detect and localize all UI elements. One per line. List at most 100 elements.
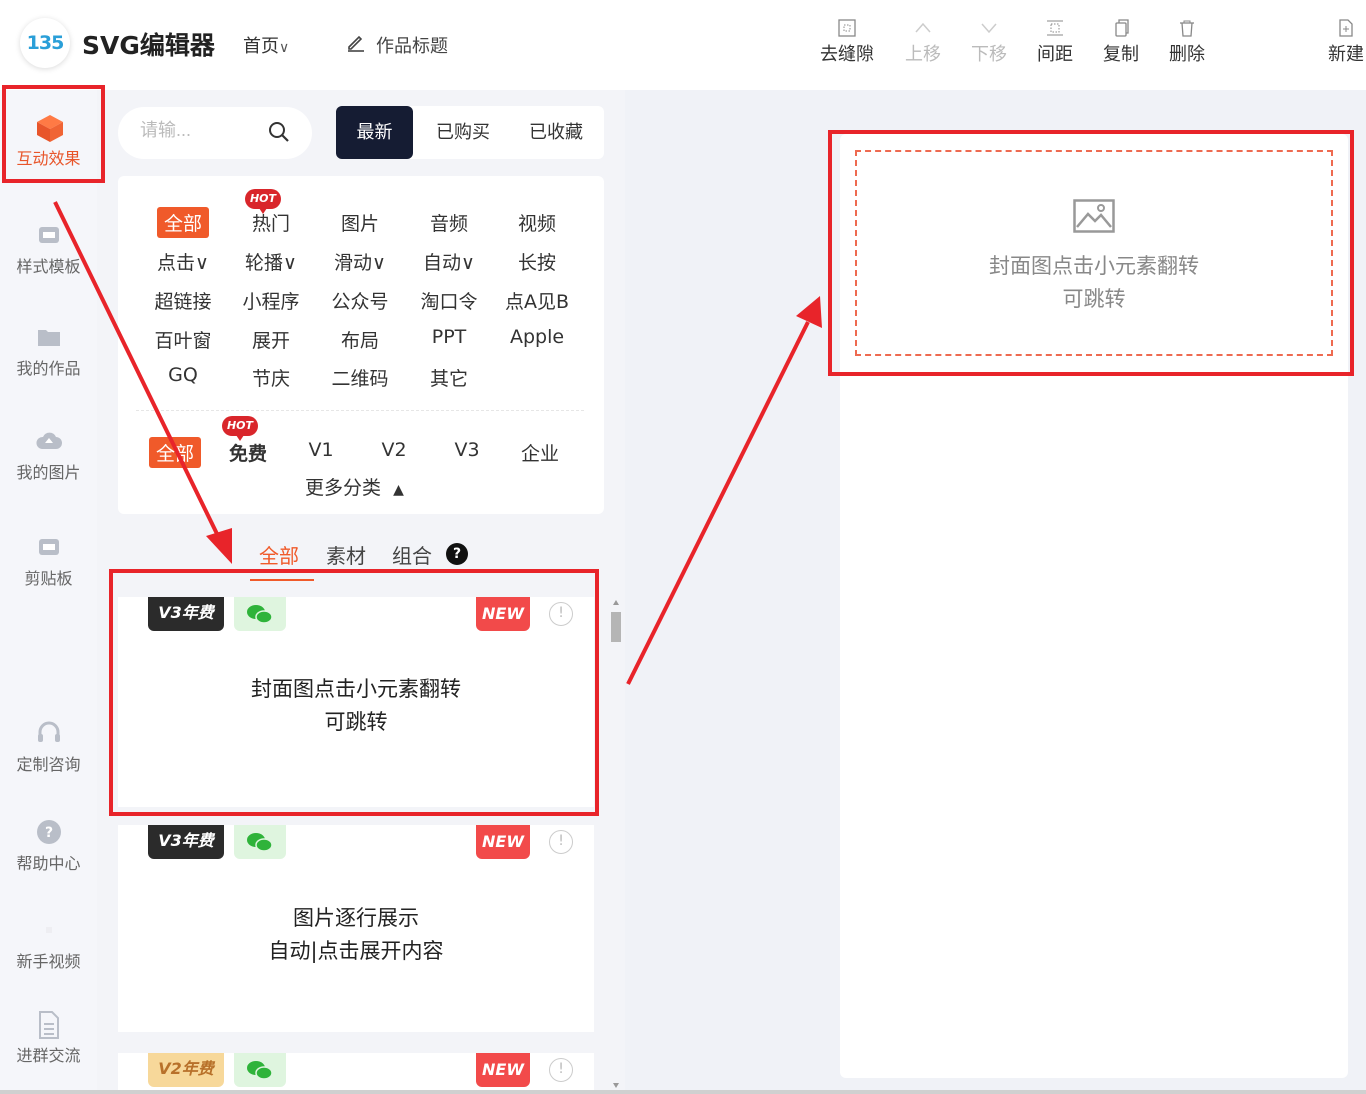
sidebar-item-clipboard[interactable]: 剪贴板: [0, 533, 97, 589]
highlight-box: [2, 85, 105, 183]
sidebar-item-custom-consult[interactable]: 定制咨询: [0, 719, 97, 775]
price-v3[interactable]: V3: [427, 439, 507, 461]
category-qr-code[interactable]: 二维码: [320, 364, 400, 391]
category-taobao-code[interactable]: 淘口令: [409, 287, 489, 314]
hot-badge: HOT: [245, 189, 281, 214]
cloud-icon: [35, 427, 63, 455]
document-icon: [35, 1010, 63, 1039]
chevron-up-icon: [890, 14, 956, 40]
tab-latest[interactable]: 最新: [336, 106, 413, 159]
category-expand[interactable]: 展开: [231, 326, 311, 353]
price-v2[interactable]: V2: [354, 439, 434, 461]
price-v1[interactable]: V1: [281, 439, 361, 461]
price-enterprise[interactable]: 企业: [500, 439, 580, 466]
category-hyperlink[interactable]: 超链接: [143, 287, 223, 314]
template-icon: [35, 221, 63, 249]
tab-favorites[interactable]: 已收藏: [514, 106, 598, 159]
delete-label: 删除: [1169, 44, 1205, 65]
sidebar-item-label: 新手视频: [16, 952, 81, 971]
divider: [136, 410, 584, 411]
wechat-icon: [234, 825, 286, 859]
category-video[interactable]: 视频: [497, 209, 577, 236]
category-apple[interactable]: Apple: [497, 326, 577, 348]
category-festival[interactable]: 节庆: [231, 364, 311, 391]
category-images[interactable]: 图片: [320, 209, 400, 236]
info-icon[interactable]: !: [549, 1058, 573, 1082]
template-card[interactable]: V3年费 NEW ! 图片逐行展示 自动|点击展开内容: [118, 825, 594, 1032]
new-badge: NEW: [476, 825, 530, 859]
more-categories-label: 更多分类: [305, 477, 382, 499]
category-layout[interactable]: 布局: [320, 326, 400, 353]
sidebar-item-my-images[interactable]: 我的图片: [0, 427, 97, 483]
category-other[interactable]: 其它: [409, 364, 489, 391]
category-mini-program[interactable]: 小程序: [231, 287, 311, 314]
category-official-account[interactable]: 公众号: [320, 287, 400, 314]
filter-tabs: 最新 已购买 已收藏: [336, 106, 604, 159]
copy-icon: [1088, 14, 1154, 40]
sidebar-item-style-templates[interactable]: 样式模板: [0, 221, 97, 277]
wechat-icon: [234, 1053, 286, 1087]
remove-gap-button[interactable]: 去缝隙: [814, 14, 880, 66]
panel-scrollbar[interactable]: [609, 598, 623, 1094]
tab-purchased[interactable]: 已购买: [421, 106, 505, 159]
subtab-all[interactable]: 全部: [259, 540, 299, 569]
card-title-line1: 图片逐行展示: [293, 906, 419, 930]
copy-button[interactable]: 复制: [1088, 14, 1154, 66]
logo[interactable]: 135: [20, 18, 70, 68]
category-click-a-see-b[interactable]: 点A见B: [497, 287, 577, 314]
sidebar-item-label: 剪贴板: [24, 569, 73, 588]
work-title-button[interactable]: 作品标题: [346, 32, 448, 58]
new-button[interactable]: 新建: [1313, 14, 1366, 66]
template-card[interactable]: V2年费 NEW !: [118, 1053, 594, 1094]
copy-label: 复制: [1103, 44, 1139, 65]
work-title-label: 作品标题: [376, 36, 448, 57]
delete-button[interactable]: 删除: [1154, 14, 1220, 66]
subtab-materials[interactable]: 素材: [326, 540, 366, 569]
sidebar-item-label: 我的图片: [16, 463, 81, 482]
new-badge: NEW: [476, 1053, 530, 1087]
move-up-label: 上移: [905, 44, 941, 65]
pencil-icon: [346, 32, 366, 57]
home-menu[interactable]: 首页∨: [243, 32, 289, 58]
move-up-button[interactable]: 上移: [890, 14, 956, 66]
sidebar-item-label: 进群交流: [16, 1046, 81, 1065]
version-badge: V2年费: [148, 1053, 224, 1087]
move-down-button[interactable]: 下移: [956, 14, 1022, 66]
search-input[interactable]: [140, 120, 260, 141]
price-free[interactable]: 免费: [208, 439, 288, 466]
category-click[interactable]: 点击∨: [143, 248, 223, 275]
category-all[interactable]: 全部: [143, 209, 223, 236]
move-down-label: 下移: [971, 44, 1007, 65]
sidebar-item-my-works[interactable]: 我的作品: [0, 323, 97, 379]
sidebar-item-join-group[interactable]: 进群交流: [0, 1010, 97, 1066]
category-carousel[interactable]: 轮播∨: [231, 248, 311, 275]
price-all[interactable]: 全部: [135, 439, 215, 466]
gap-remove-icon: [814, 14, 880, 40]
highlight-box: [828, 130, 1354, 376]
help-icon[interactable]: ?: [446, 543, 468, 565]
spacing-button[interactable]: 间距: [1022, 14, 1088, 66]
sidebar-item-beginner-videos[interactable]: 新手视频: [0, 916, 97, 972]
category-blinds[interactable]: 百叶窗: [143, 326, 223, 353]
spacing-label: 间距: [1037, 44, 1073, 65]
remove-gap-label: 去缝隙: [820, 44, 874, 65]
card-title-line2: 自动|点击展开内容: [268, 939, 444, 963]
category-hot[interactable]: 热门: [231, 209, 311, 236]
category-gq[interactable]: GQ: [143, 364, 223, 386]
category-long-press[interactable]: 长按: [497, 248, 577, 275]
app-title: SVG编辑器: [82, 31, 215, 60]
category-audio[interactable]: 音频: [409, 209, 489, 236]
more-categories-button[interactable]: 更多分类 ▲: [305, 473, 404, 500]
category-auto[interactable]: 自动∨: [409, 248, 489, 275]
info-icon[interactable]: !: [549, 830, 573, 854]
search-icon[interactable]: [268, 121, 290, 147]
category-slide[interactable]: 滑动∨: [320, 248, 400, 275]
logo-text: 135: [26, 32, 65, 54]
help-icon: ?: [35, 818, 63, 846]
sidebar-item-help-center[interactable]: ? 帮助中心: [0, 818, 97, 874]
subtab-combos[interactable]: 组合: [392, 540, 432, 569]
category-ppt[interactable]: PPT: [409, 326, 489, 348]
svg-text:?: ?: [44, 825, 52, 841]
new-file-icon: [1313, 14, 1366, 40]
sidebar-item-label: 定制咨询: [16, 755, 81, 774]
